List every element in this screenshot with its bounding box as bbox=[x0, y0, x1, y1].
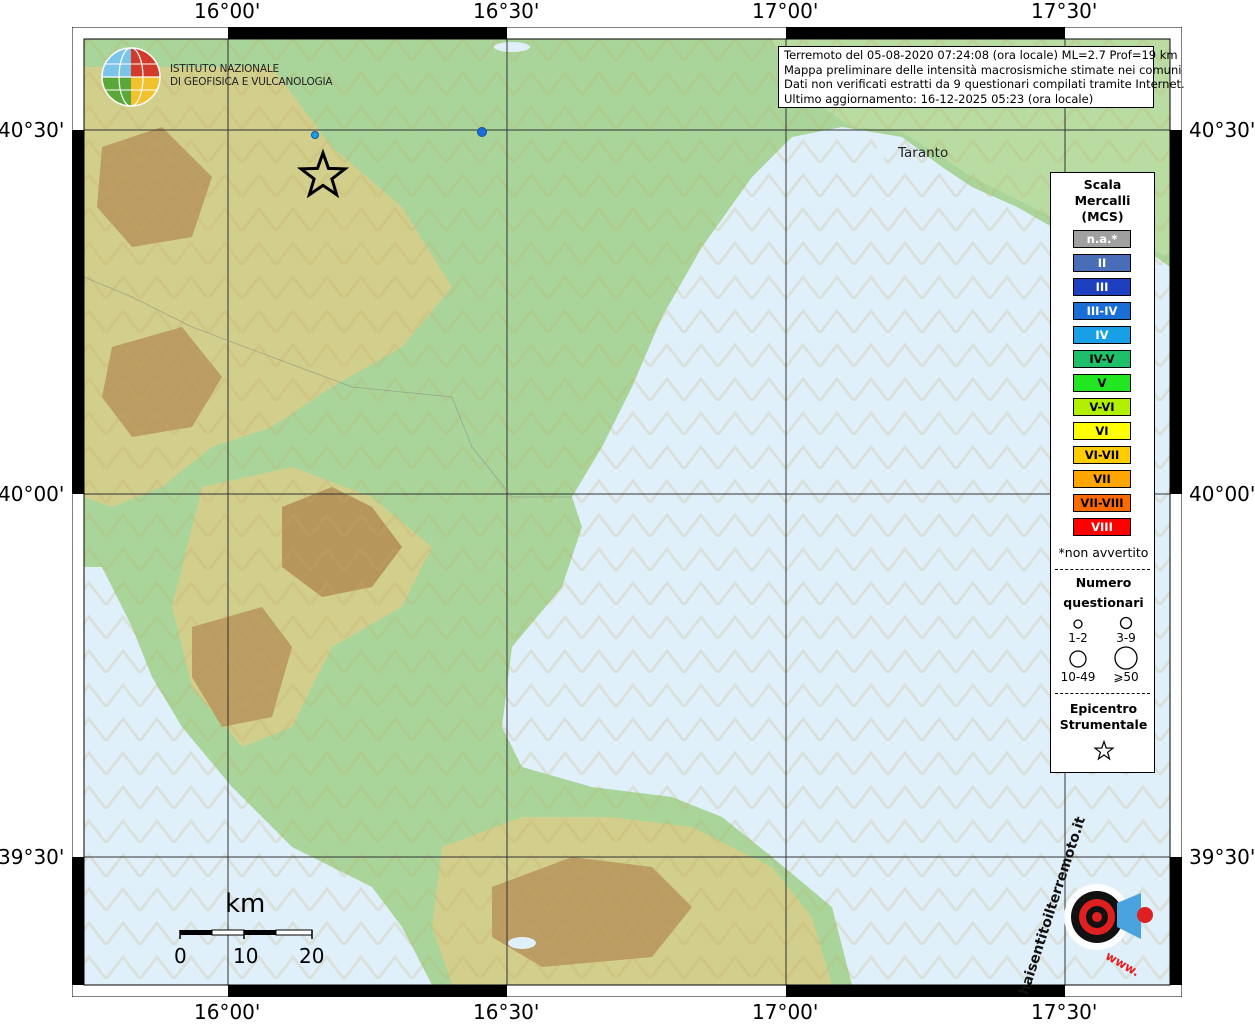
lat-tick-right-40-30: 40°30' bbox=[1189, 118, 1255, 142]
legend-swatch-n-a-: n.a.* bbox=[1073, 230, 1131, 248]
event-info-line-4: Ultimo aggiornamento: 16-12-2025 05:23 (… bbox=[784, 91, 1094, 106]
count-symbol-1-2 bbox=[1073, 619, 1083, 629]
legend-title-line-1: Scala bbox=[1083, 177, 1122, 192]
relief-texture bbox=[84, 39, 1170, 985]
ingv-logo-line1: ISTITUTO NAZIONALE bbox=[170, 63, 279, 75]
scale-label-20: 20 bbox=[299, 944, 325, 968]
ingv-logo-icon bbox=[101, 47, 161, 107]
legend-count-title-1: Numero bbox=[1075, 575, 1132, 590]
event-info-line-2: Mappa preliminare delle intensità macros… bbox=[784, 62, 1182, 77]
legend-swatch-iv: IV bbox=[1073, 326, 1131, 344]
lake-south bbox=[508, 937, 536, 949]
lat-tick-left-40-00: 40°00' bbox=[0, 482, 65, 506]
ingv-logo-text: ISTITUTO NAZIONALE DI GEOFISICA E VULCAN… bbox=[170, 63, 333, 89]
count-symbol-50 bbox=[1114, 646, 1138, 670]
observation-point[interactable] bbox=[311, 131, 319, 139]
legend-swatch-viii: VIII bbox=[1073, 518, 1131, 536]
observation-point[interactable] bbox=[477, 127, 487, 137]
lon-tick-bottom-17-30: 17°30' bbox=[1031, 1000, 1098, 1024]
legend-swatch-vi: VI bbox=[1073, 422, 1131, 440]
lon-tick-bottom-16-00: 16°00' bbox=[194, 1000, 261, 1024]
scale-label-10: 10 bbox=[233, 944, 259, 968]
place-label-taranto: Taranto bbox=[898, 145, 949, 161]
lon-tick-top-16-00: 16°00' bbox=[194, 0, 261, 23]
legend-swatch-iii: III bbox=[1073, 278, 1131, 296]
legend-separator bbox=[1055, 569, 1150, 570]
legend-swatch-ii: II bbox=[1073, 254, 1131, 272]
scale-unit: km bbox=[225, 889, 266, 919]
lat-tick-right-39-30: 39°30' bbox=[1189, 845, 1255, 869]
event-info-line-1: Terremoto del 05-08-2020 07:24:08 (ora l… bbox=[784, 48, 1178, 62]
legend-swatch-v-vi: V-VI bbox=[1073, 398, 1131, 416]
legend-title-line-3: (MCS) bbox=[1081, 209, 1124, 224]
lake-north bbox=[494, 42, 530, 52]
map-frame: Taranto ISTITUTO NAZIONALE DI GEOFISICA … bbox=[72, 27, 1182, 997]
count-label-50: ⩾50 bbox=[1113, 670, 1139, 684]
count-label-1-2: 1-2 bbox=[1068, 631, 1088, 645]
count-symbol-10-49 bbox=[1069, 650, 1087, 668]
lon-tick-bottom-16-30: 16°30' bbox=[473, 1000, 540, 1024]
count-label-10-49: 10-49 bbox=[1060, 670, 1096, 684]
legend-note: *non avvertito bbox=[1058, 545, 1149, 560]
event-info-line-3: Dati non verificati estratti da 9 questi… bbox=[784, 77, 1185, 91]
lat-tick-left-40-30: 40°30' bbox=[0, 118, 65, 142]
event-info-box: Terremoto del 05-08-2020 07:24:08 (ora l… bbox=[778, 46, 1185, 108]
intensity-legend: Scala Mercalli (MCS) n.a.* II III III-IV IV I… bbox=[1050, 172, 1155, 773]
map-canvas[interactable] bbox=[72, 27, 1182, 997]
lon-tick-bottom-17-00: 17°00' bbox=[752, 1000, 819, 1024]
scale-label-0: 0 bbox=[174, 944, 187, 968]
legend-epicenter-title-1: Epicentro bbox=[1069, 701, 1138, 716]
lon-tick-top-17-00: 17°00' bbox=[752, 0, 819, 23]
legend-swatch-vii-viii: VII-VIII bbox=[1073, 494, 1131, 512]
lat-tick-right-40-00: 40°00' bbox=[1189, 482, 1255, 506]
legend-swatch-v: V bbox=[1073, 374, 1131, 392]
legend-title: Scala Mercalli (MCS) bbox=[1051, 177, 1154, 225]
legend-epicenter-title-2: Strumentale bbox=[1059, 717, 1148, 732]
ingv-logo-line2: DI GEOFISICA E VULCANOLOGIA bbox=[170, 76, 333, 88]
count-symbol-3-9 bbox=[1119, 616, 1133, 630]
lat-tick-left-39-30: 39°30' bbox=[0, 845, 65, 869]
lon-tick-top-17-30: 17°30' bbox=[1031, 0, 1098, 23]
legend-count-title-2: questionari bbox=[1063, 595, 1144, 610]
legend-swatch-vi-vii: VI-VII bbox=[1073, 446, 1131, 464]
legend-swatch-iv-v: IV-V bbox=[1073, 350, 1131, 368]
legend-title-line-2: Mercalli bbox=[1074, 193, 1131, 208]
legend-swatch-iii-iv: III-IV bbox=[1073, 302, 1131, 320]
legend-separator bbox=[1055, 693, 1150, 694]
legend-star-icon bbox=[1093, 740, 1115, 761]
lon-tick-top-16-30: 16°30' bbox=[473, 0, 540, 23]
count-label-3-9: 3-9 bbox=[1116, 631, 1136, 645]
legend-swatch-vii: VII bbox=[1073, 470, 1131, 488]
